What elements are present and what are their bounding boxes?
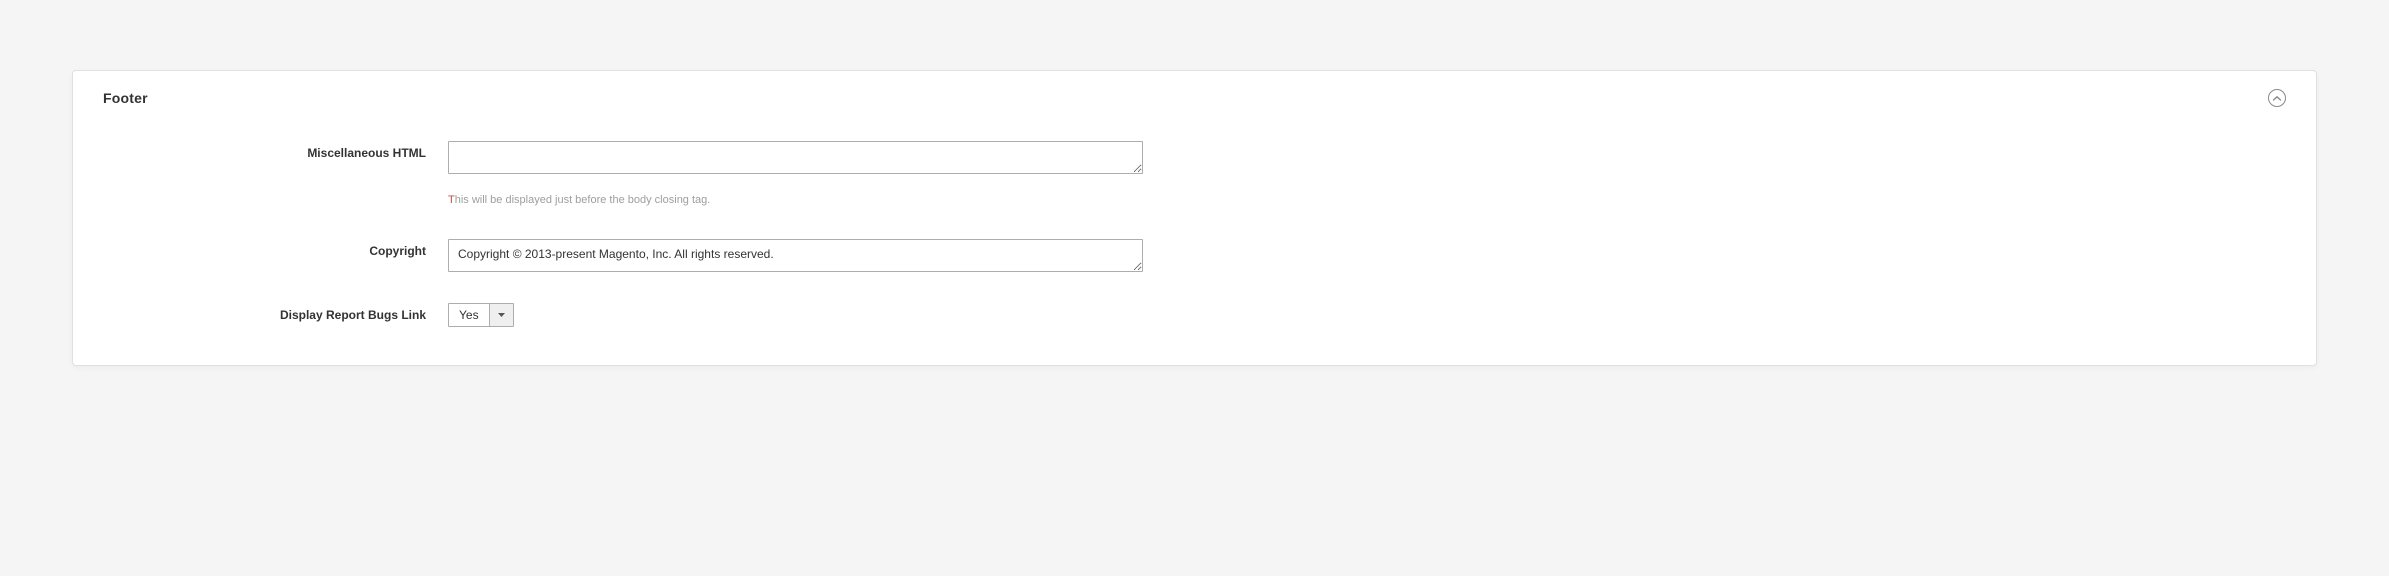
misc-html-note-row: This will be displayed just before the b… bbox=[103, 183, 2286, 229]
misc-html-note: This will be displayed just before the b… bbox=[448, 193, 1143, 207]
display-bugs-select[interactable]: Yes bbox=[448, 303, 514, 327]
caret-down-icon bbox=[498, 313, 505, 317]
misc-html-label: Miscellaneous HTML bbox=[103, 141, 448, 160]
display-bugs-value: Yes bbox=[449, 304, 489, 326]
footer-section-fieldset: Footer Miscellaneous HTML This will be d… bbox=[72, 70, 2317, 366]
select-arrow-button[interactable] bbox=[489, 304, 513, 326]
collapse-toggle[interactable] bbox=[2268, 89, 2286, 107]
display-bugs-row: Display Report Bugs Link Yes bbox=[103, 303, 2286, 327]
misc-html-input[interactable] bbox=[448, 141, 1143, 174]
misc-html-row: Miscellaneous HTML bbox=[103, 141, 2286, 177]
copyright-input[interactable] bbox=[448, 239, 1143, 272]
chevron-up-icon bbox=[2273, 96, 2281, 101]
copyright-label: Copyright bbox=[103, 239, 448, 258]
section-title: Footer bbox=[103, 90, 148, 106]
display-bugs-label: Display Report Bugs Link bbox=[103, 303, 448, 322]
copyright-row: Copyright bbox=[103, 239, 2286, 275]
fieldset-header: Footer bbox=[103, 89, 2286, 107]
